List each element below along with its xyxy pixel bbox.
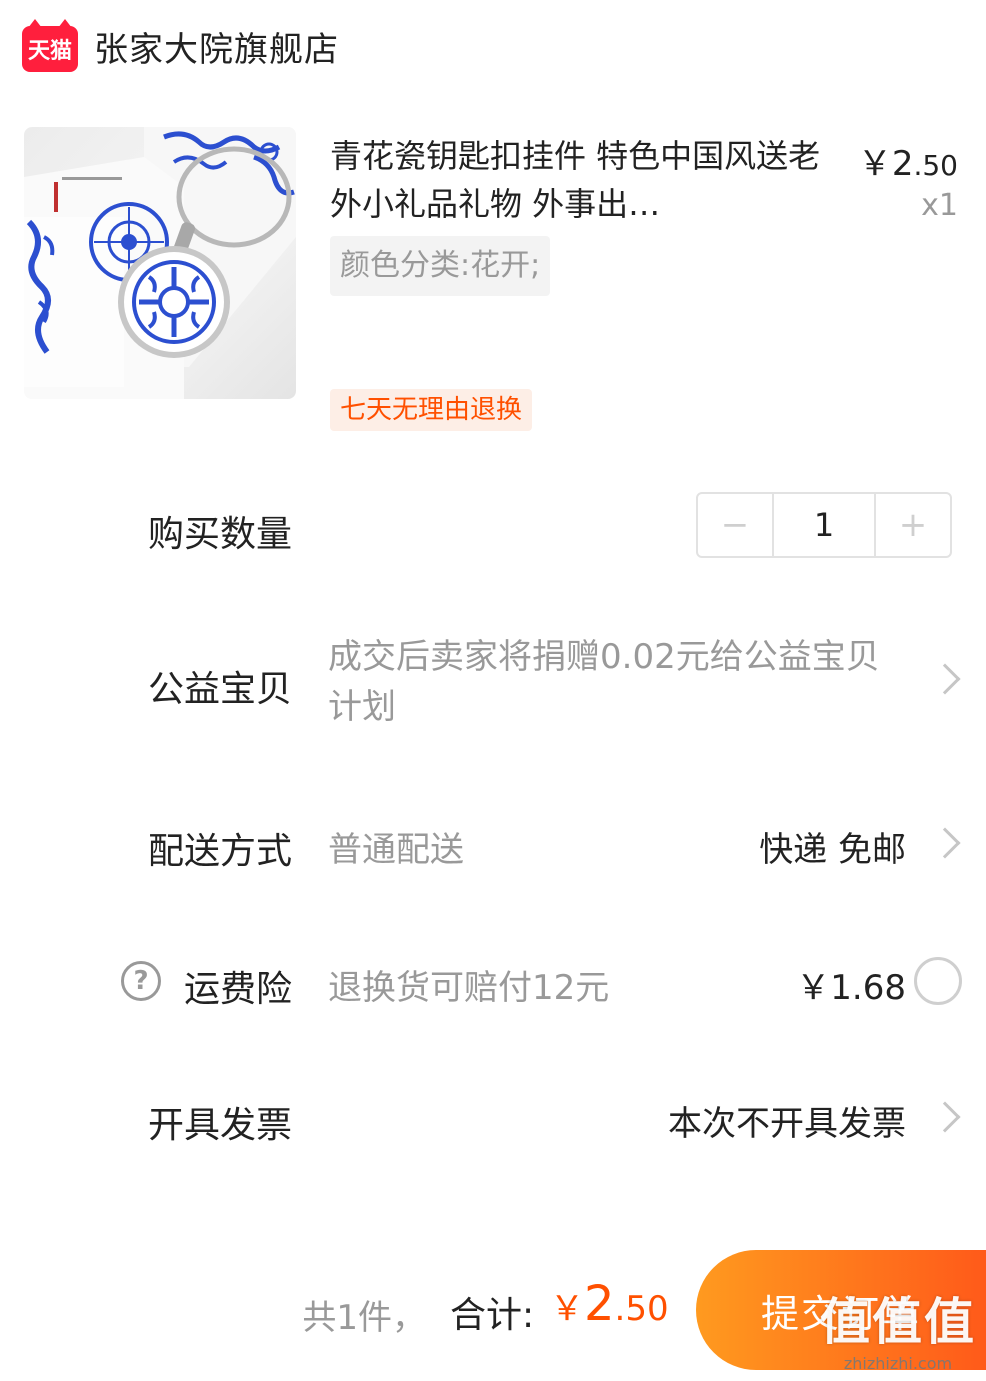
product-title[interactable]: 青花瓷钥匙扣挂件 特色中国风送老外小礼品礼物 外事出… [330, 132, 830, 228]
insurance-label: 运费险 [183, 969, 292, 1010]
chevron-right-icon [929, 827, 961, 859]
price-decimal: .50 [913, 149, 958, 182]
watermark-logo: 值值值 [820, 1293, 976, 1351]
shop-header[interactable]: 天猫 张家大院旗舰店 [22, 18, 339, 74]
quantity-stepper[interactable]: − 1 + [696, 492, 952, 558]
total-label: 合计: [450, 1295, 535, 1336]
chevron-right-icon [929, 663, 961, 695]
tmall-badge-text: 天猫 [27, 39, 72, 64]
watermark: 值值值 zhizhizhi.com [820, 1282, 976, 1373]
keychain-image-icon [24, 127, 296, 399]
delivery-label: 配送方式 [147, 831, 292, 872]
charity-description: 成交后卖家将捐赠0.02元给公益宝贝计划 [328, 637, 880, 727]
invoice-value: 本次不开具发票 [668, 1104, 906, 1144]
return-policy-badge: 七天无理由退换 [330, 389, 533, 431]
total-amount: ￥2.50 [550, 1276, 669, 1332]
charity-label: 公益宝贝 [147, 669, 292, 710]
quantity-value[interactable]: 1 [772, 494, 876, 556]
shop-name[interactable]: 张家大院旗舰店 [94, 22, 339, 71]
help-icon[interactable]: ? [121, 961, 161, 1001]
product-price: ￥2.50 [858, 136, 958, 185]
product-quantity: x1 [921, 188, 958, 223]
increment-button[interactable]: + [876, 494, 950, 556]
price-currency: ￥ [857, 144, 892, 184]
checkout-bar: 共1件， 合计: ￥2.50 提交订单 值值值 zhizhizhi.com [0, 1250, 986, 1381]
total-currency: ￥ [550, 1289, 584, 1329]
item-count: 共1件， [302, 1298, 426, 1338]
product-image[interactable] [24, 127, 296, 399]
tmall-logo-icon: 天猫 [22, 19, 78, 72]
total-decimal: .50 [614, 1289, 669, 1329]
watermark-url: zhizhizhi.com [843, 1354, 953, 1373]
insurance-description: 退换货可赔付12元 [328, 968, 610, 1008]
insurance-radio[interactable] [914, 957, 962, 1005]
sku-tag: 颜色分类:花开; [330, 236, 551, 296]
price-int: 2 [891, 144, 914, 184]
invoice-label: 开具发票 [147, 1105, 292, 1146]
quantity-label: 购买数量 [147, 514, 292, 555]
delivery-method: 普通配送 [328, 830, 464, 870]
chevron-right-icon [929, 1101, 961, 1133]
delivery-value: 快递 免邮 [759, 830, 906, 870]
insurance-price: ￥1.68 [796, 968, 906, 1008]
decrement-button[interactable]: − [698, 494, 772, 556]
total-int: 2 [584, 1276, 615, 1332]
